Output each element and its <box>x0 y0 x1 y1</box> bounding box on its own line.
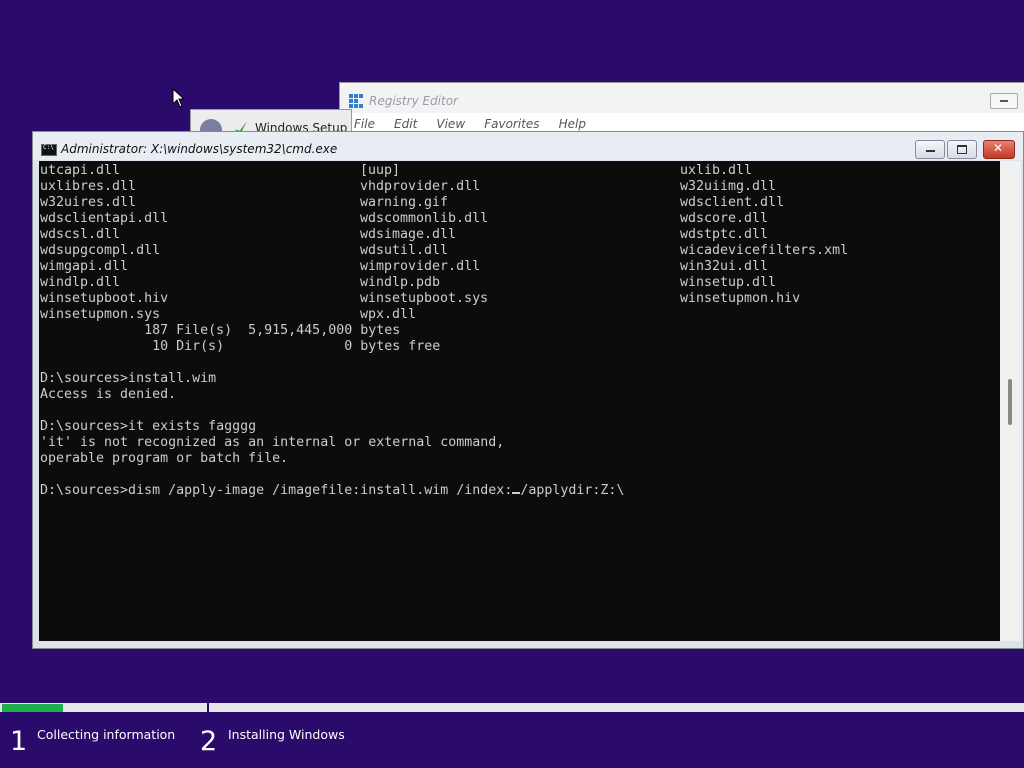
console-input-line[interactable]: D:\sources>dism /apply-image /imagefile:… <box>40 483 624 499</box>
step-1-label: Collecting information <box>37 727 176 742</box>
registry-editor-titlebar[interactable]: Registry Editor <box>340 83 1024 117</box>
console-line: D:\sources>install.wim <box>40 371 217 386</box>
console-line: windlp.dll <box>40 275 121 290</box>
console-line: D:\sources>it exists fagggg <box>40 419 257 434</box>
console-line: wdstptc.dll <box>680 227 769 242</box>
console-line: 187 File(s) 5,915,445,000 bytes <box>40 323 401 338</box>
registry-editor-icon <box>349 94 363 108</box>
console-line: win32ui.dll <box>680 259 769 274</box>
console-line: winsetupmon.sys <box>40 307 161 322</box>
console-line: wdsclient.dll <box>680 195 785 210</box>
console-line: utcapi.dll <box>40 163 121 178</box>
menu-favorites[interactable]: Favorites <box>484 117 539 131</box>
console-line: winsetupboot.sys <box>360 291 489 306</box>
console-line: w32uiimg.dll <box>680 179 777 194</box>
scrollbar-thumb[interactable] <box>1008 379 1012 425</box>
cmd-app-icon <box>41 144 57 156</box>
command-text-rest: /applydir:Z:\ <box>520 483 625 498</box>
console-line: windlp.pdb <box>360 275 441 290</box>
console-scrollbar[interactable] <box>1000 161 1021 641</box>
console-line: winsetup.dll <box>680 275 777 290</box>
console-line: w32uires.dll <box>40 195 137 210</box>
console-line: [uup] <box>360 163 401 178</box>
console-line: wpx.dll <box>360 307 417 322</box>
setup-progress-track <box>0 703 1024 712</box>
registry-editor-menubar: File Edit View Favorites Help <box>340 113 1024 133</box>
menu-view[interactable]: View <box>436 117 465 131</box>
menu-edit[interactable]: Edit <box>394 117 417 131</box>
setup-progress-fill <box>2 704 63 712</box>
console-line: uxlib.dll <box>680 163 753 178</box>
console-line: winsetupmon.hiv <box>680 291 801 306</box>
mouse-pointer-icon <box>172 88 186 108</box>
console-line: wdscore.dll <box>680 211 769 226</box>
cmd-titlebar[interactable]: Administrator: X:\windows\system32\cmd.e… <box>33 132 1023 160</box>
command-text: D:\sources>dism /apply-image /imagefile:… <box>40 483 513 498</box>
console-line: wdsimage.dll <box>360 227 457 242</box>
console-line: wdsutil.dll <box>360 243 449 258</box>
console-line: vhdprovider.dll <box>360 179 481 194</box>
step-1-number: 1 <box>10 726 28 757</box>
console-line: wimgapi.dll <box>40 259 129 274</box>
console-line: warning.gif <box>360 195 449 210</box>
step-2-label: Installing Windows <box>228 727 345 742</box>
console-line: 'it' is not recognized as an internal or… <box>40 435 505 450</box>
console-line: Access is denied. <box>40 387 177 402</box>
console-line: operable program or batch file. <box>40 451 289 466</box>
console-line: winsetupboot.hiv <box>40 291 169 306</box>
console-line: wdsupgcompl.dll <box>40 243 161 258</box>
menu-help[interactable]: Help <box>559 117 586 131</box>
cmd-window[interactable]: Administrator: X:\windows\system32\cmd.e… <box>32 131 1024 649</box>
minimize-button[interactable] <box>915 140 945 159</box>
cmd-title: Administrator: X:\windows\system32\cmd.e… <box>61 142 338 156</box>
console-line: wdscsl.dll <box>40 227 121 242</box>
console-line: wdsclientapi.dll <box>40 211 169 226</box>
step-2-number: 2 <box>200 726 218 757</box>
progress-step-divider <box>207 701 209 714</box>
console-line: wimprovider.dll <box>360 259 481 274</box>
console-line: 10 Dir(s) 0 bytes free <box>40 339 441 354</box>
console-line: wicadevicefilters.xml <box>680 243 849 258</box>
console-line: uxlibres.dll <box>40 179 137 194</box>
registry-editor-minimize-button[interactable] <box>990 93 1018 109</box>
registry-editor-title: Registry Editor <box>369 94 458 108</box>
close-button[interactable] <box>983 140 1015 159</box>
console-output[interactable]: utcapi.dll [uup] uxlib.dll uxlibres.dll vhdp… <box>39 161 1000 641</box>
console-line: wdscommonlib.dll <box>360 211 489 226</box>
menu-file[interactable]: File <box>354 117 375 131</box>
maximize-button[interactable] <box>947 140 977 159</box>
